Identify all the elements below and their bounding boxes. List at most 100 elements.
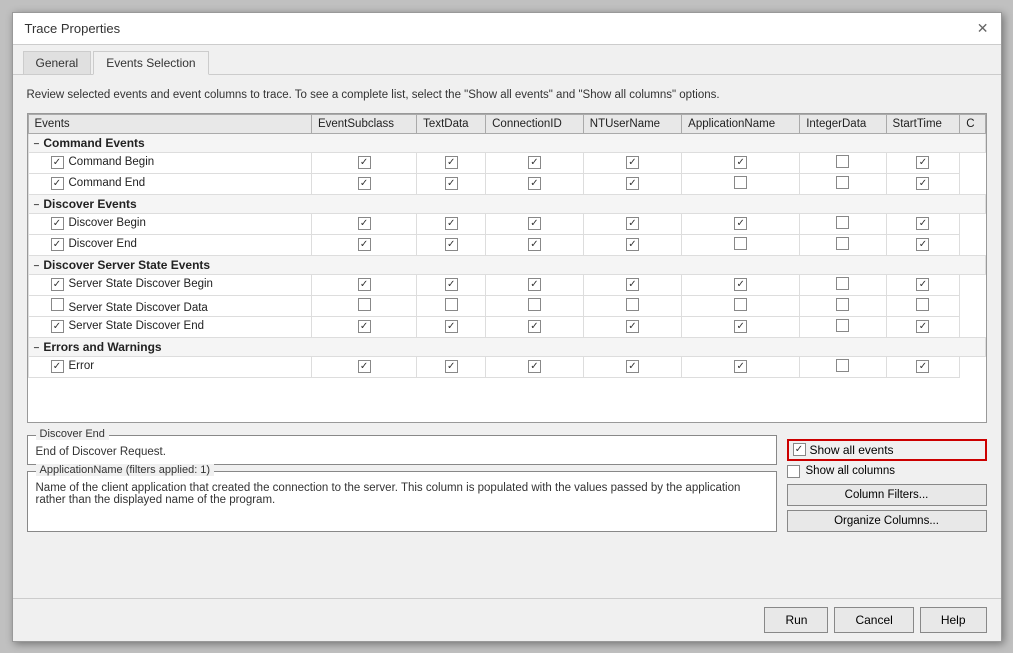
table-group-row: −Discover Events [28,194,985,213]
col-checkbox[interactable] [734,156,747,169]
run-button[interactable]: Run [764,607,828,633]
col-checkbox-cell [583,316,681,337]
col-checkbox[interactable] [734,278,747,291]
col-checkbox[interactable] [528,278,541,291]
row-checkbox[interactable] [51,177,64,190]
col-checkbox[interactable] [528,177,541,190]
col-checkbox[interactable] [626,156,639,169]
table-row: Command Begin [28,152,985,173]
row-event-name: Server State Discover End [69,320,205,332]
row-checkbox[interactable] [51,217,64,230]
col-checkbox[interactable] [916,177,929,190]
events-table-wrapper[interactable]: Events EventSubclass TextData Connection… [27,113,987,423]
col-checkbox[interactable] [626,298,639,311]
col-checkbox[interactable] [358,156,371,169]
col-checkbox-cell [682,316,800,337]
col-checkbox-cell [583,173,681,194]
col-checkbox[interactable] [445,320,458,333]
close-button[interactable]: ✕ [977,21,989,35]
table-group-row: −Discover Server State Events [28,255,985,274]
col-checkbox[interactable] [358,298,371,311]
col-checkbox[interactable] [836,237,849,250]
row-checkbox[interactable] [51,298,64,311]
column-filters-button[interactable]: Column Filters... [787,484,987,506]
col-checkbox[interactable] [916,360,929,373]
col-checkbox[interactable] [734,217,747,230]
col-checkbox[interactable] [916,217,929,230]
col-checkbox[interactable] [734,176,747,189]
col-checkbox[interactable] [836,176,849,189]
discover-end-title: Discover End [36,428,109,440]
col-checkbox[interactable] [916,298,929,311]
col-checkbox[interactable] [916,320,929,333]
col-checkbox-cell [486,295,584,316]
col-checkbox[interactable] [528,320,541,333]
col-checkbox[interactable] [836,155,849,168]
row-checkbox[interactable] [51,320,64,333]
col-checkbox[interactable] [528,217,541,230]
table-row: Command End [28,173,985,194]
collapse-btn[interactable]: − [34,343,40,354]
col-checkbox-cell [886,316,960,337]
col-checkbox[interactable] [528,238,541,251]
col-checkbox[interactable] [445,238,458,251]
cancel-button[interactable]: Cancel [834,607,913,633]
discover-end-content: End of Discover Request. [36,446,768,458]
col-checkbox[interactable] [358,217,371,230]
collapse-btn[interactable]: − [34,139,40,150]
col-checkbox[interactable] [528,360,541,373]
col-checkbox[interactable] [445,156,458,169]
col-checkbox[interactable] [528,298,541,311]
footer: Run Cancel Help [13,598,1001,641]
tab-events-selection[interactable]: Events Selection [93,51,208,75]
col-checkbox[interactable] [445,177,458,190]
col-checkbox[interactable] [445,298,458,311]
col-checkbox[interactable] [445,360,458,373]
col-checkbox[interactable] [626,360,639,373]
col-checkbox-cell [886,295,960,316]
collapse-btn[interactable]: − [34,261,40,272]
col-checkbox[interactable] [734,237,747,250]
col-checkbox[interactable] [626,278,639,291]
col-checkbox[interactable] [836,359,849,372]
col-checkbox[interactable] [734,298,747,311]
col-checkbox[interactable] [836,298,849,311]
col-checkbox[interactable] [916,238,929,251]
col-checkbox-cell [417,173,486,194]
col-checkbox[interactable] [445,278,458,291]
help-button[interactable]: Help [920,607,987,633]
col-checkbox[interactable] [626,217,639,230]
col-checkbox-cell [800,213,886,234]
collapse-btn[interactable]: − [34,200,40,211]
col-checkbox[interactable] [916,278,929,291]
row-event-name: Command Begin [69,156,155,168]
show-all-columns-checkbox[interactable] [787,465,800,478]
tab-general[interactable]: General [23,51,92,74]
row-checkbox[interactable] [51,238,64,251]
col-checkbox[interactable] [734,320,747,333]
col-checkbox[interactable] [358,320,371,333]
col-checkbox[interactable] [916,156,929,169]
row-checkbox[interactable] [51,278,64,291]
col-checkbox-cell [486,173,584,194]
col-checkbox[interactable] [358,360,371,373]
col-header-events: Events [28,114,311,133]
row-checkbox[interactable] [51,360,64,373]
col-checkbox[interactable] [734,360,747,373]
show-all-events-checkbox[interactable] [793,443,806,456]
col-checkbox[interactable] [836,277,849,290]
action-buttons: Column Filters... Organize Columns... [787,484,987,532]
row-checkbox[interactable] [51,156,64,169]
col-checkbox[interactable] [626,177,639,190]
col-checkbox[interactable] [358,238,371,251]
col-checkbox[interactable] [626,238,639,251]
organize-columns-button[interactable]: Organize Columns... [787,510,987,532]
col-checkbox[interactable] [358,278,371,291]
col-checkbox[interactable] [836,216,849,229]
col-checkbox[interactable] [445,217,458,230]
show-all-columns-row[interactable]: Show all columns [787,465,987,478]
col-checkbox[interactable] [528,156,541,169]
col-checkbox[interactable] [358,177,371,190]
col-checkbox[interactable] [836,319,849,332]
col-checkbox[interactable] [626,320,639,333]
